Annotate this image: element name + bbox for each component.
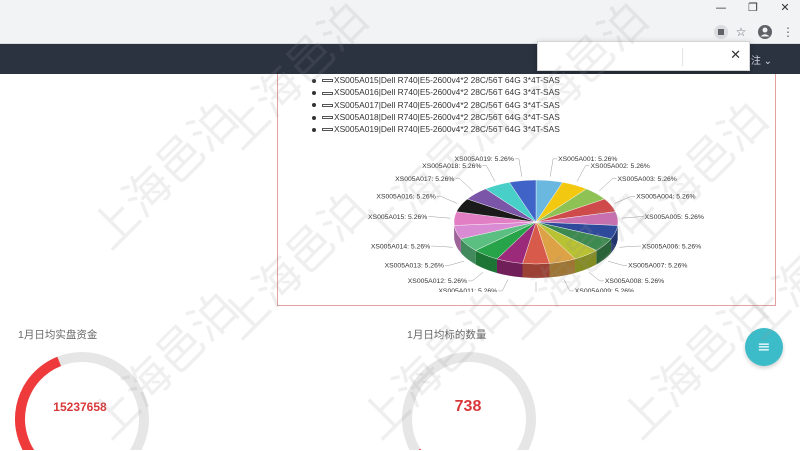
pie-label-leader [589, 272, 604, 281]
find-popup[interactable]: ✕ [537, 41, 750, 71]
browser-toolbar: — ❐ ✕ ☆ ⋮ [0, 0, 800, 44]
user-menu-label: 注 [751, 56, 761, 67]
page-info-icon[interactable] [713, 24, 729, 40]
pie-label-leader [599, 179, 616, 191]
pie-label: XS005A013: 5.26% [385, 263, 444, 270]
legend-item[interactable]: XS005A015|Dell R740|E5-2600v4*2 28C/56T … [312, 74, 560, 86]
watermark: 上海邑泊 [74, 85, 251, 262]
pie-slice-side [523, 263, 550, 278]
pie-label-leader [455, 179, 472, 191]
pie-label-leader [431, 246, 452, 247]
pie-label-leader [564, 280, 574, 291]
pie-label: XS005A016: 5.26% [376, 194, 435, 201]
chart-legend: XS005A015|Dell R740|E5-2600v4*2 28C/56T … [312, 74, 560, 135]
legend-swatch-icon [322, 92, 333, 95]
pie-label: XS005A014: 5.26% [371, 243, 430, 250]
pie-label: XS005A012: 5.26% [408, 278, 467, 285]
pie-label-leader [428, 217, 450, 218]
bullet-icon [312, 116, 316, 120]
pie-label: XS005A003: 5.26% [618, 176, 677, 183]
pie-label: XS005A015: 5.26% [368, 214, 427, 221]
legend-swatch-icon [322, 116, 333, 119]
pie-label-leader [550, 159, 557, 177]
pie-chart: XS005A001: 5.26%XS005A002: 5.26%XS005A00… [278, 152, 777, 292]
legend-swatch-icon [322, 79, 333, 82]
pie-label-leader [608, 261, 627, 265]
pie-label-leader [483, 166, 496, 182]
pie-label-leader [536, 282, 540, 292]
pie-label-leader [445, 261, 464, 265]
kebab-menu-icon[interactable]: ⋮ [780, 24, 796, 40]
pie-label-leader [468, 272, 483, 281]
pie-label: XS005A005: 5.26% [645, 214, 704, 221]
legend-label: XS005A018|Dell R740|E5-2600v4*2 28C/56T … [334, 112, 560, 122]
account-icon[interactable] [757, 24, 773, 40]
pie-label: XS005A002: 5.26% [590, 163, 649, 170]
pie-label: XS005A017: 5.26% [395, 176, 454, 183]
pie-label-leader [615, 196, 635, 203]
legend-swatch-icon [322, 104, 333, 107]
gauge-value-count: 738 [418, 398, 518, 416]
bullet-icon [312, 103, 316, 107]
pie-label-leader [437, 196, 457, 203]
legend-item[interactable]: XS005A017|Dell R740|E5-2600v4*2 28C/56T … [312, 99, 560, 111]
minimize-button[interactable]: — [708, 0, 734, 18]
pie-label: XS005A011: 5.26% [438, 288, 497, 292]
pie-label: XS005A006: 5.26% [642, 243, 701, 250]
legend-label: XS005A017|Dell R740|E5-2600v4*2 28C/56T … [334, 100, 560, 110]
popup-divider [682, 48, 683, 66]
pie-label-leader [498, 280, 508, 291]
close-icon[interactable]: ✕ [730, 48, 741, 63]
pie-label: XS005A007: 5.26% [628, 263, 687, 270]
star-icon[interactable]: ☆ [733, 24, 749, 40]
restore-button[interactable]: ❐ [740, 0, 766, 18]
pie-label-leader [619, 246, 640, 247]
pie-label: XS005A018: 5.26% [422, 163, 481, 170]
chart-panel: XS005A015|Dell R740|E5-2600v4*2 28C/56T … [277, 74, 776, 306]
pie-label-leader [515, 159, 522, 177]
legend-item[interactable]: XS005A016|Dell R740|E5-2600v4*2 28C/56T … [312, 86, 560, 98]
pie-label: XS005A004: 5.26% [636, 194, 695, 201]
funds-gauge [12, 347, 152, 450]
legend-item[interactable]: XS005A019|Dell R740|E5-2600v4*2 28C/56T … [312, 123, 560, 135]
pie-label-leader [622, 217, 644, 218]
gauge-value-funds: 15237658 [30, 400, 130, 414]
gauge-title-count: 1月日均标的数量 [407, 327, 486, 342]
legend-label: XS005A016|Dell R740|E5-2600v4*2 28C/56T … [334, 87, 560, 97]
legend-label: XS005A019|Dell R740|E5-2600v4*2 28C/56T … [334, 124, 560, 134]
close-window-button[interactable]: ✕ [772, 0, 798, 18]
user-menu[interactable]: 注 ⌄ [751, 52, 772, 67]
legend-swatch-icon [322, 128, 333, 131]
bullet-icon [312, 79, 316, 83]
chevron-down-icon: ⌄ [764, 56, 772, 67]
legend-label: XS005A015|Dell R740|E5-2600v4*2 28C/56T … [334, 75, 560, 85]
legend-item[interactable]: XS005A018|Dell R740|E5-2600v4*2 28C/56T … [312, 111, 560, 123]
gauge-title-funds: 1月日均实盘资金 [18, 327, 97, 342]
menu-fab[interactable]: ≡ [745, 328, 783, 366]
pie-label-leader [577, 166, 590, 182]
bullet-icon [312, 91, 316, 95]
pie-label: XS005A019: 5.26% [455, 156, 514, 163]
bullet-icon [312, 128, 316, 132]
pie-label: XS005A008: 5.26% [605, 278, 664, 285]
